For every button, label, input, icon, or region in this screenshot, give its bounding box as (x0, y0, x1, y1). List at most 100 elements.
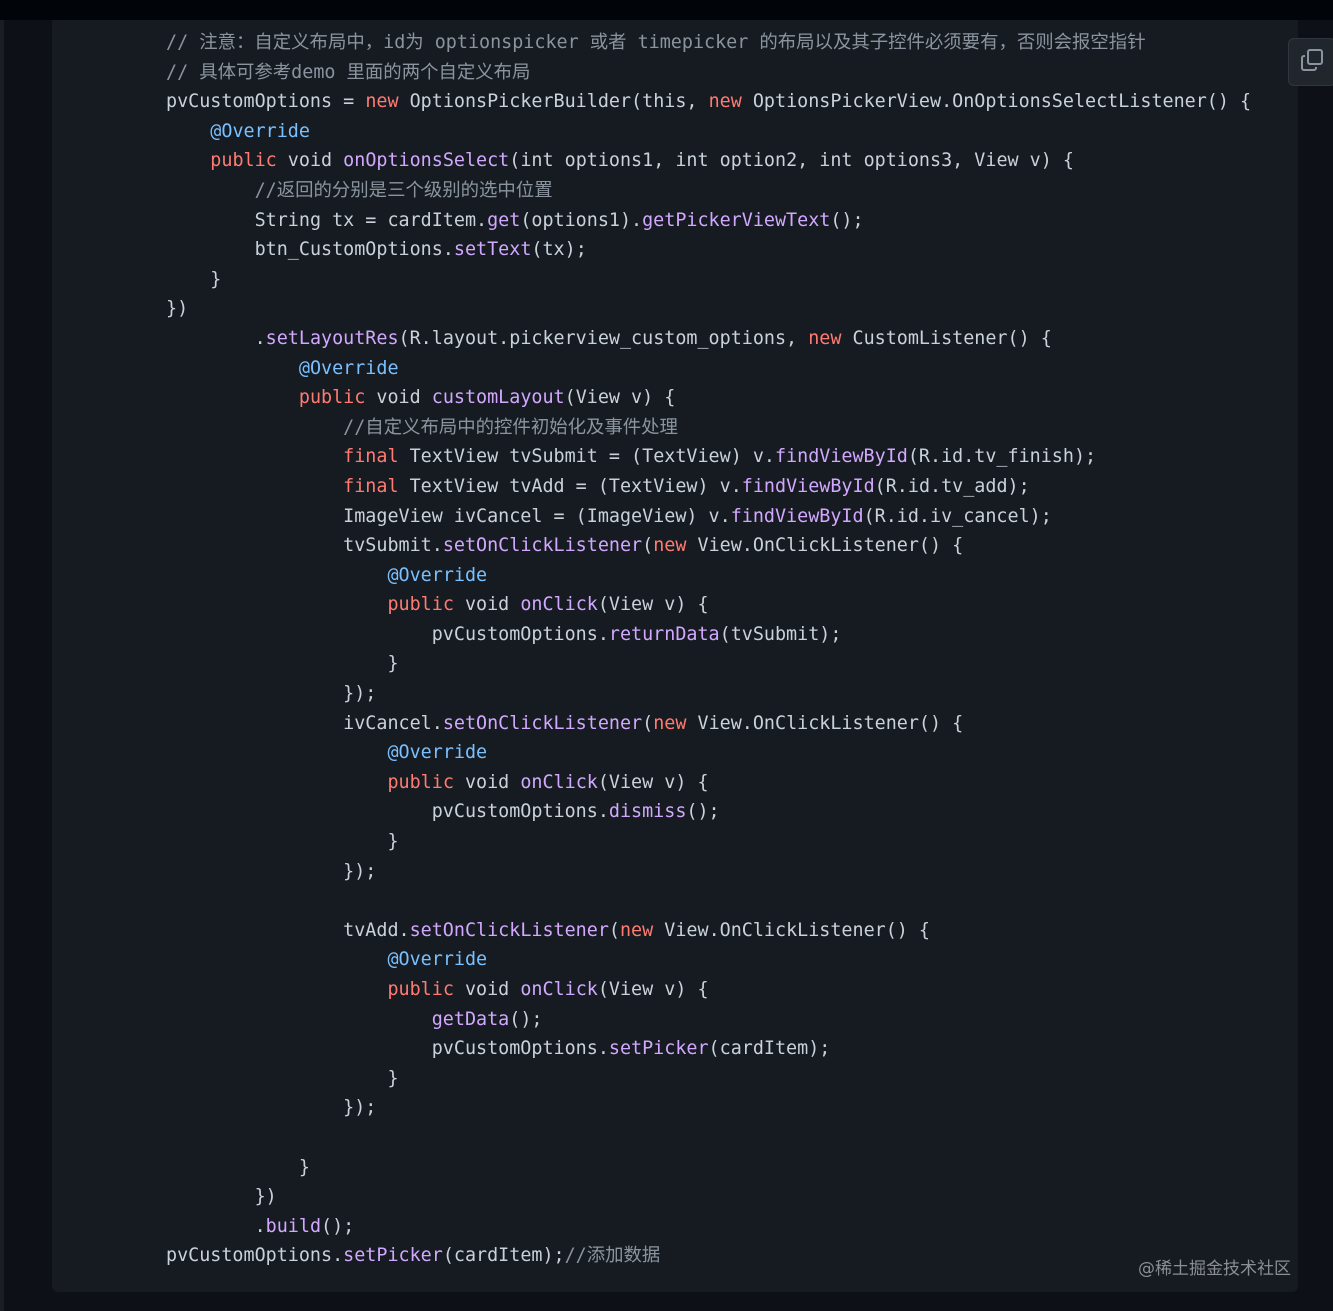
code-keyword: public (387, 979, 454, 1000)
code-text: OptionsPickerBuilder(this, (398, 91, 709, 113)
code-line: public void onClick(View v) { (166, 975, 1251, 1005)
code-line: }); (166, 857, 1251, 887)
code-text: View.OnClickListener() { (686, 535, 964, 557)
code-text: String tx = cardItem. (254, 209, 488, 231)
code-line: pvCustomOptions.dismiss(); (166, 797, 1251, 827)
code-function: returnData (608, 623, 720, 645)
code-function: setText (453, 239, 532, 261)
code-line: //自定义布局中的控件初始化及事件处理 (166, 413, 1251, 443)
code-line: @Override (166, 561, 1251, 591)
code-keyword: new (619, 919, 654, 941)
code-text: ivCancel. (343, 712, 443, 734)
code-line: @Override (166, 945, 1251, 975)
code-text: pvCustomOptions. (166, 1245, 344, 1267)
code-text: (); (686, 801, 720, 823)
code-line: final TextView tvSubmit = (TextView) v.f… (166, 442, 1251, 472)
code-text: }); (343, 683, 377, 705)
code-function: setLayoutRes (265, 327, 399, 349)
code-line: public void onOptionsSelect(int options1… (166, 146, 1251, 176)
code-text: } (387, 1067, 399, 1089)
code-line: tvAdd.setOnClickListener(new View.OnClic… (166, 916, 1251, 946)
code-line: @Override (166, 117, 1251, 147)
code-keyword: public (387, 594, 454, 616)
code-annotation: @Override (387, 564, 488, 586)
code-text: (tx); (531, 239, 587, 261)
code-text: (R.id.tv_finish); (907, 446, 1097, 468)
code-line: pvCustomOptions.setPicker(cardItem); (166, 1034, 1251, 1064)
code-text: pvCustomOptions. (431, 623, 609, 645)
code-content: // 注意：自定义布局中，id为 optionspicker 或者 timepi… (166, 28, 1251, 1271)
code-text: } (387, 831, 399, 853)
code-text: TextView tvAdd = (TextView) v. (398, 475, 742, 497)
code-function: getData (431, 1008, 510, 1030)
code-function: setOnClickListener (409, 919, 609, 941)
code-text: btn_CustomOptions. (254, 239, 454, 261)
code-text: (int options1, int option2, int options3… (509, 150, 1074, 172)
code-line: public void onClick(View v) { (166, 590, 1251, 620)
code-text: ( (642, 712, 654, 734)
code-keyword: public (298, 387, 366, 409)
code-line: .setLayoutRes(R.layout.pickerview_custom… (166, 324, 1251, 354)
code-comment: //添加数据 (564, 1245, 661, 1267)
code-text: }); (343, 1097, 377, 1119)
code-function: findViewById (741, 475, 875, 497)
code-text: }) (254, 1186, 277, 1208)
code-text: pvCustomOptions = (166, 91, 366, 113)
code-text: pvCustomOptions. (431, 801, 609, 823)
code-function: get (487, 209, 521, 231)
code-function: findViewById (774, 446, 908, 468)
code-text: pvCustomOptions. (431, 1038, 609, 1060)
code-function: setOnClickListener (442, 712, 643, 734)
code-line: String tx = cardItem.get(options1).getPi… (166, 206, 1251, 236)
code-line: @Override (166, 738, 1251, 768)
code-line: pvCustomOptions.setPicker(cardItem);//添加… (166, 1241, 1251, 1271)
code-function: customLayout (431, 387, 565, 409)
code-text: tvSubmit. (343, 535, 443, 557)
code-keyword: public (387, 771, 454, 793)
code-text: TextView tvSubmit = (TextView) v. (398, 446, 775, 468)
code-line: } (166, 265, 1251, 295)
code-line: @Override (166, 354, 1251, 384)
code-line: } (166, 827, 1251, 857)
code-function: findViewById (730, 505, 864, 527)
code-line: } (166, 1153, 1251, 1183)
code-line: } (166, 1064, 1251, 1094)
code-text: tvAdd. (343, 919, 410, 941)
code-line: //返回的分别是三个级别的选中位置 (166, 176, 1251, 206)
code-line: }); (166, 679, 1251, 709)
code-text: void (276, 150, 344, 172)
copy-button[interactable] (1288, 38, 1333, 86)
code-keyword: new (808, 327, 842, 349)
top-bar (0, 0, 1333, 20)
code-text: } (387, 653, 399, 675)
code-text: } (210, 268, 222, 290)
code-function: onClick (520, 771, 598, 793)
code-keyword: new (708, 91, 742, 113)
code-text: void (453, 594, 521, 616)
code-text: (View v) { (597, 979, 709, 1000)
code-function: onOptionsSelect (343, 150, 510, 172)
code-text: (R.id.iv_cancel); (863, 505, 1052, 527)
